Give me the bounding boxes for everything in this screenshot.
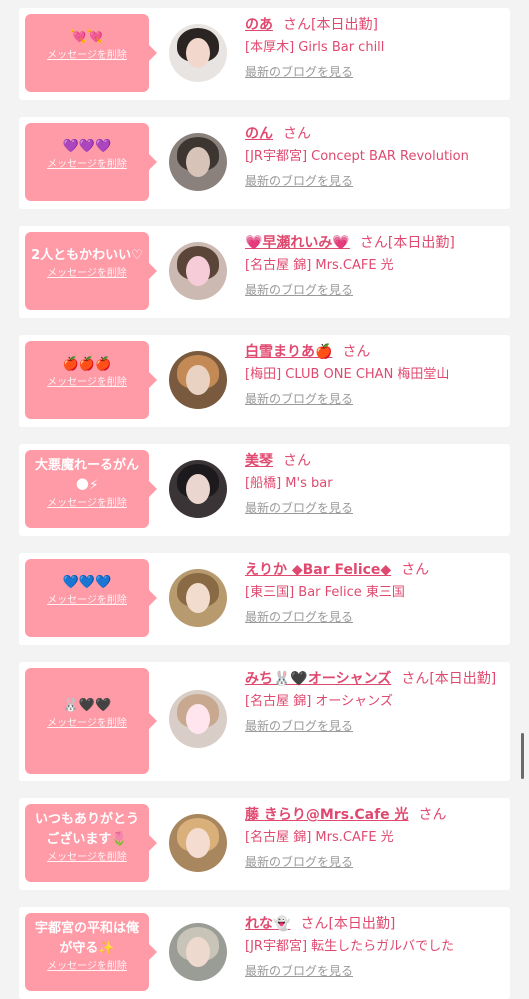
avatar[interactable] [169, 24, 227, 82]
cast-info: 💗早瀬れいみ💗 さん[本日出勤] [名古屋 錦] Mrs.CAFE 光 最新のブロ… [245, 231, 502, 299]
cast-name-link[interactable]: のん [245, 126, 273, 142]
avatar[interactable] [169, 460, 227, 518]
honorific: さん [283, 126, 311, 142]
message-text: いつもありがとうございます🌷 [34, 812, 139, 847]
message-bubble: 🐰🖤🖤 メッセージを削除 [25, 668, 157, 774]
delete-message-link[interactable]: メッセージを削除 [29, 157, 145, 173]
honorific: さん [342, 344, 371, 360]
latest-blog-link[interactable]: 最新のブログを見る [245, 63, 502, 81]
message-bubble: 💘💘 メッセージを削除 [25, 14, 157, 92]
status-badge: [本日出勤] [311, 17, 378, 33]
latest-blog-link[interactable]: 最新のブログを見る [245, 499, 502, 517]
cast-name-link[interactable]: 藤 きらり@Mrs.Cafe 光 [245, 807, 409, 823]
cast-name-link[interactable]: 💗早瀬れいみ💗 [245, 235, 350, 251]
delete-message-link[interactable]: メッセージを削除 [29, 375, 145, 391]
shop-name: [名古屋 錦] Mrs.CAFE 光 [245, 258, 394, 273]
cast-info: えりか ◆Bar Felice◆ さん [東三国] Bar Felice 東三国 … [245, 558, 502, 626]
message-bubble: 大悪魔れーるがん🌑⚡ メッセージを削除 [25, 450, 157, 528]
cast-info: 藤 きらり@Mrs.Cafe 光さん [名古屋 錦] Mrs.CAFE 光 最新… [245, 803, 502, 871]
delete-message-link[interactable]: メッセージを削除 [29, 850, 145, 866]
honorific: さん [401, 671, 430, 687]
honorific: さん [283, 453, 311, 469]
message-text: 💜💜💜 [62, 139, 112, 154]
message-bubble: いつもありがとうございます🌷 メッセージを削除 [25, 804, 157, 882]
latest-blog-link[interactable]: 最新のブログを見る [245, 717, 502, 735]
scrollbar[interactable] [521, 733, 524, 779]
message-bubble: 💙💙💙 メッセージを削除 [25, 559, 157, 637]
delete-message-link[interactable]: メッセージを削除 [29, 48, 145, 64]
latest-blog-link[interactable]: 最新のブログを見る [245, 281, 502, 299]
honorific: さん [418, 807, 447, 823]
message-text: 💙💙💙 [62, 575, 112, 590]
cast-name-link[interactable]: 白雪まりあ🍎 [245, 344, 332, 360]
avatar[interactable] [169, 923, 227, 981]
list-item: 💜💜💜 メッセージを削除 のん さん [JR宇都宮] Concept BAR Re… [19, 117, 510, 209]
honorific: さん [401, 562, 430, 578]
shop-name: [本厚木] Girls Bar chill [245, 40, 385, 55]
latest-blog-link[interactable]: 最新のブログを見る [245, 172, 502, 190]
delete-message-link[interactable]: メッセージを削除 [29, 496, 145, 512]
latest-blog-link[interactable]: 最新のブログを見る [245, 962, 502, 980]
cast-name-link[interactable]: 美琴 [245, 453, 273, 469]
shop-name: [JR宇都宮] Concept BAR Revolution [245, 149, 469, 164]
status-badge: [本日出勤] [328, 916, 396, 932]
cast-info: みち🐰🖤オーシャンズ さん[本日出勤] [名古屋 錦] オーシャンズ 最新のブログ… [245, 667, 502, 735]
list-item: いつもありがとうございます🌷 メッセージを削除 藤 きらり@Mrs.Cafe 光… [19, 798, 510, 890]
cast-info: のん さん [JR宇都宮] Concept BAR Revolution 最新のブ… [245, 122, 502, 190]
latest-blog-link[interactable]: 最新のブログを見る [245, 390, 502, 408]
avatar[interactable] [169, 569, 227, 627]
list-item: 💙💙💙 メッセージを削除 えりか ◆Bar Felice◆ さん [東三国] Ba… [19, 553, 510, 645]
honorific: さん [359, 235, 388, 251]
message-text: 大悪魔れーるがん🌑⚡ [34, 458, 139, 493]
avatar[interactable] [169, 690, 227, 748]
list-item: 2人ともかわいい♡ メッセージを削除 💗早瀬れいみ💗 さん[本日出勤] [名古屋 … [19, 226, 510, 318]
cast-name-link[interactable]: のあ [245, 17, 273, 33]
shop-name: [東三国] Bar Felice 東三国 [245, 585, 405, 600]
latest-blog-link[interactable]: 最新のブログを見る [245, 608, 502, 626]
delete-message-link[interactable]: メッセージを削除 [29, 959, 145, 975]
avatar[interactable] [169, 814, 227, 872]
shop-name: [名古屋 錦] オーシャンズ [245, 694, 393, 709]
message-text: 2人ともかわいい♡ [31, 248, 143, 263]
delete-message-link[interactable]: メッセージを削除 [29, 593, 145, 609]
avatar[interactable] [169, 242, 227, 300]
shop-name: [JR宇都宮] 転生したらガルバでした [245, 939, 455, 954]
delete-message-link[interactable]: メッセージを削除 [29, 266, 145, 282]
message-text: 🐰🖤🖤 [62, 698, 112, 713]
message-bubble: 宇都宮の平和は俺が守る✨ メッセージを削除 [25, 913, 157, 991]
avatar[interactable] [169, 133, 227, 191]
delete-message-link[interactable]: メッセージを削除 [29, 716, 145, 732]
shop-name: [名古屋 錦] Mrs.CAFE 光 [245, 830, 394, 845]
latest-blog-link[interactable]: 最新のブログを見る [245, 853, 502, 871]
list-item: 🐰🖤🖤 メッセージを削除 みち🐰🖤オーシャンズ さん[本日出勤] [名古屋 錦] … [19, 662, 510, 781]
message-bubble: 2人ともかわいい♡ メッセージを削除 [25, 232, 157, 310]
status-badge: [本日出勤] [387, 235, 455, 251]
cast-name-link[interactable]: えりか ◆Bar Felice◆ [245, 562, 391, 578]
list-item: 大悪魔れーるがん🌑⚡ メッセージを削除 美琴 さん [船橋] M's bar 最新… [19, 444, 510, 536]
message-bubble: 🍎🍎🍎 メッセージを削除 [25, 341, 157, 419]
cast-name-link[interactable]: れな👻 [245, 916, 290, 932]
message-text: 🍎🍎🍎 [62, 357, 112, 372]
cast-info: のあ さん[本日出勤] [本厚木] Girls Bar chill 最新のブログを… [245, 13, 502, 81]
list-item: 💘💘 メッセージを削除 のあ さん[本日出勤] [本厚木] Girls Bar c… [19, 8, 510, 100]
message-text: 💘💘 [70, 30, 104, 45]
message-bubble: 💜💜💜 メッセージを削除 [25, 123, 157, 201]
avatar[interactable] [169, 351, 227, 409]
cast-info: れな👻 さん[本日出勤] [JR宇都宮] 転生したらガルバでした 最新のブログを見… [245, 912, 502, 980]
honorific: さん [283, 17, 311, 33]
list-item: 宇都宮の平和は俺が守る✨ メッセージを削除 れな👻 さん[本日出勤] [JR宇都宮… [19, 907, 510, 999]
message-text: 宇都宮の平和は俺が守る✨ [34, 921, 139, 956]
cast-name-link[interactable]: みち🐰🖤オーシャンズ [245, 671, 391, 687]
cast-info: 美琴 さん [船橋] M's bar 最新のブログを見る [245, 449, 502, 517]
honorific: さん [300, 916, 329, 932]
status-badge: [本日出勤] [429, 671, 497, 687]
cast-info: 白雪まりあ🍎 さん [梅田] CLUB ONE CHAN 梅田堂山 最新のブログを… [245, 340, 502, 408]
shop-name: [船橋] M's bar [245, 476, 333, 491]
shop-name: [梅田] CLUB ONE CHAN 梅田堂山 [245, 367, 450, 382]
list-item: 🍎🍎🍎 メッセージを削除 白雪まりあ🍎 さん [梅田] CLUB ONE CHAN… [19, 335, 510, 427]
